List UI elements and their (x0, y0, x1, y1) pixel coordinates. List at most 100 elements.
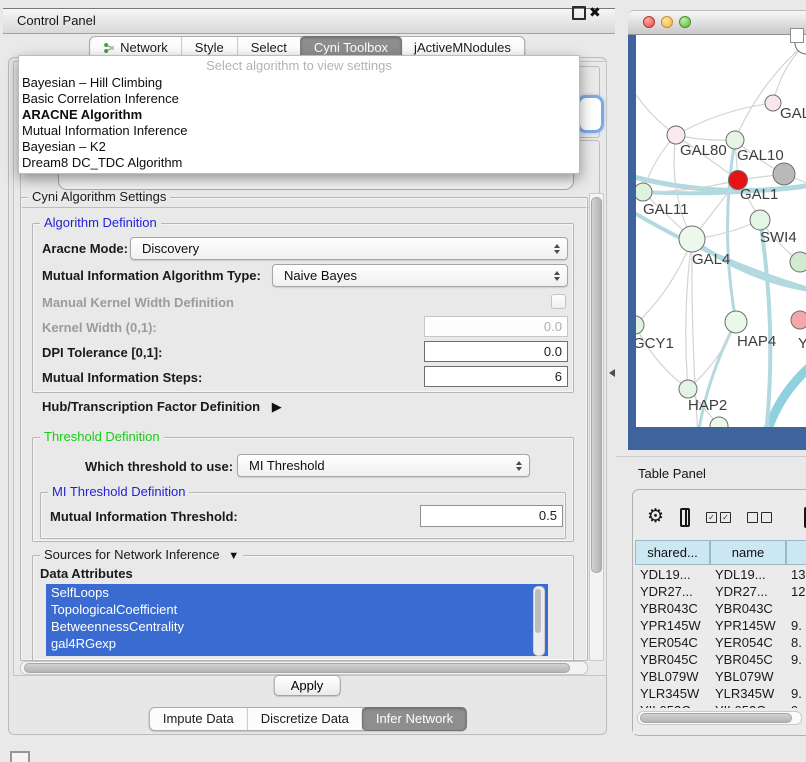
algorithm-option[interactable]: ARACNE Algorithm (22, 107, 576, 123)
attributes-scrollbar[interactable] (533, 586, 545, 656)
close-icon[interactable]: ✖ (589, 0, 601, 24)
network-edge[interactable] (636, 239, 692, 325)
network-window-titlebar[interactable] (628, 10, 806, 35)
algorithm-option[interactable]: Bayesian – K2 (22, 139, 576, 155)
float-window-icon[interactable] (572, 6, 586, 20)
minimized-panel-icon[interactable] (10, 751, 30, 762)
table-cell[interactable]: 13 (791, 566, 806, 583)
data-attribute-item[interactable]: TopologicalCoefficient (46, 601, 548, 618)
close-traffic-light[interactable] (643, 16, 655, 28)
panel-splitter-collapse-icon[interactable] (609, 369, 615, 377)
network-node-hap2[interactable] (679, 380, 697, 398)
table-cell[interactable]: YDR27... (640, 583, 709, 600)
table-cell[interactable]: 12 (791, 583, 806, 600)
table-cell[interactable]: YDL19... (640, 566, 709, 583)
gear-icon[interactable]: ⚙ (647, 506, 664, 528)
table-cell[interactable]: YDR27... (715, 583, 785, 600)
settings-vertical-scrollbar-thumb[interactable] (591, 197, 602, 573)
column-header[interactable] (786, 540, 806, 565)
algorithm-option[interactable]: Basic Correlation Inference (22, 91, 576, 107)
column-header[interactable]: name (710, 540, 786, 565)
manual-kernel-checkbox[interactable] (551, 294, 566, 309)
sources-expander[interactable]: Sources for Network Inference ▼ (40, 548, 243, 563)
network-edge[interactable] (760, 220, 770, 427)
table-cell[interactable]: 8. (791, 634, 806, 651)
tab-infer-network[interactable]: Infer Network (362, 707, 467, 731)
zoom-traffic-light[interactable] (679, 16, 691, 28)
aracne-mode-select[interactable]: Discovery (130, 237, 568, 260)
network-node-gcy1[interactable] (636, 316, 644, 334)
settings-vertical-scrollbar[interactable] (589, 193, 604, 661)
table-cell[interactable]: YDL19... (715, 566, 785, 583)
node-label: GAL11 (643, 201, 689, 218)
expand-right-icon[interactable]: ▶ (272, 399, 282, 414)
algorithm-combobox-focus-ring[interactable] (577, 95, 604, 133)
network-node[interactable] (765, 95, 781, 111)
network-node-gal4[interactable] (679, 226, 705, 252)
column-header[interactable]: shared... (635, 540, 710, 565)
settings-horizontal-scrollbar-thumb[interactable] (24, 663, 570, 673)
table-cell[interactable]: YBL079W (715, 668, 785, 685)
hub-definition-expander[interactable]: Hub/Transcription Factor Definition ▶ (42, 399, 282, 415)
table-cell[interactable]: YBR045C (640, 651, 709, 668)
minimize-traffic-light[interactable] (661, 16, 673, 28)
data-attributes-list[interactable]: SelfLoopsTopologicalCoefficientBetweenne… (46, 584, 548, 656)
network-node-hap4[interactable] (725, 311, 747, 333)
table-cell[interactable]: YBR045C (715, 651, 785, 668)
dpi-tolerance-label: DPI Tolerance [0,1]: (42, 345, 162, 360)
tab-label: Infer Network (376, 708, 453, 730)
network-view-window: GAL80GAL10GAL1GAL11SWI4GAL4GCY1HAP4HAP2G… (628, 10, 806, 450)
table-cell[interactable] (791, 600, 806, 617)
network-node[interactable] (790, 252, 806, 272)
data-attribute-item[interactable]: SelfLoops (46, 584, 548, 601)
network-graph[interactable]: GAL80GAL10GAL1GAL11SWI4GAL4GCY1HAP4HAP2G… (636, 33, 806, 427)
network-edge[interactable] (735, 43, 806, 140)
data-attribute-item[interactable]: BetweennessCentrality (46, 618, 548, 635)
network-node[interactable] (773, 163, 795, 185)
checked-boxes-icon[interactable]: ✓✓ (706, 512, 731, 523)
algorithm-option[interactable]: Dream8 DC_TDC Algorithm (22, 155, 576, 171)
table-cell[interactable]: YBR043C (715, 600, 785, 617)
table-cell[interactable]: YLR345W (640, 685, 709, 702)
which-threshold-select[interactable]: MI Threshold (237, 454, 530, 477)
mi-threshold-field[interactable]: 0.5 (420, 505, 563, 527)
dpi-tolerance-field[interactable]: 0.0 (424, 341, 568, 362)
table-cell[interactable]: YPR145W (640, 617, 709, 634)
settings-horizontal-scrollbar[interactable] (20, 661, 588, 675)
algorithm-popup-placeholder: Select algorithm to view settings (19, 58, 579, 73)
table-horizontal-scrollbar[interactable] (637, 711, 802, 725)
which-threshold-label: Which threshold to use: (85, 459, 233, 474)
table-panel-divider (616, 456, 806, 457)
table-cell[interactable]: 9. (791, 617, 806, 634)
unchecked-boxes-icon[interactable] (747, 512, 772, 523)
table-cell[interactable]: YBL079W (640, 668, 709, 685)
tab-impute-data[interactable]: Impute Data (150, 708, 248, 730)
network-canvas[interactable]: GAL80GAL10GAL1GAL11SWI4GAL4GCY1HAP4HAP2G… (636, 33, 806, 427)
control-panel-titlebar: Control Panel (3, 8, 615, 34)
tab-discretize-data[interactable]: Discretize Data (248, 708, 363, 730)
network-edge[interactable] (676, 103, 773, 135)
mi-type-select[interactable]: Naive Bayes (272, 264, 568, 287)
columns-icon[interactable] (680, 508, 690, 527)
network-node-gal11[interactable] (636, 183, 652, 201)
network-node-swi4[interactable] (750, 210, 770, 230)
apply-button[interactable]: Apply (274, 675, 341, 696)
table-cell[interactable]: YBR043C (640, 600, 709, 617)
table-cell[interactable]: YLR345W (715, 685, 785, 702)
algorithm-option[interactable]: Bayesian – Hill Climbing (22, 75, 576, 91)
data-attributes-label: Data Attributes (40, 566, 133, 581)
network-node[interactable] (791, 311, 806, 329)
data-attribute-item[interactable]: gal4RGexp (46, 635, 548, 652)
collapse-down-icon[interactable]: ▼ (228, 550, 239, 562)
table-cell[interactable]: YER054C (640, 634, 709, 651)
mi-steps-field[interactable]: 6 (424, 366, 568, 387)
algorithm-option[interactable]: Mutual Information Inference (22, 123, 576, 139)
table-cell[interactable]: 9. (791, 651, 806, 668)
network-edge[interactable] (766, 365, 806, 427)
table-cell[interactable]: 9. (791, 685, 806, 702)
table-cell[interactable]: YPR145W (715, 617, 785, 634)
table-cell[interactable] (791, 668, 806, 685)
network-corner-widget[interactable] (790, 28, 804, 43)
network-edge[interactable] (636, 208, 806, 291)
table-cell[interactable]: YER054C (715, 634, 785, 651)
